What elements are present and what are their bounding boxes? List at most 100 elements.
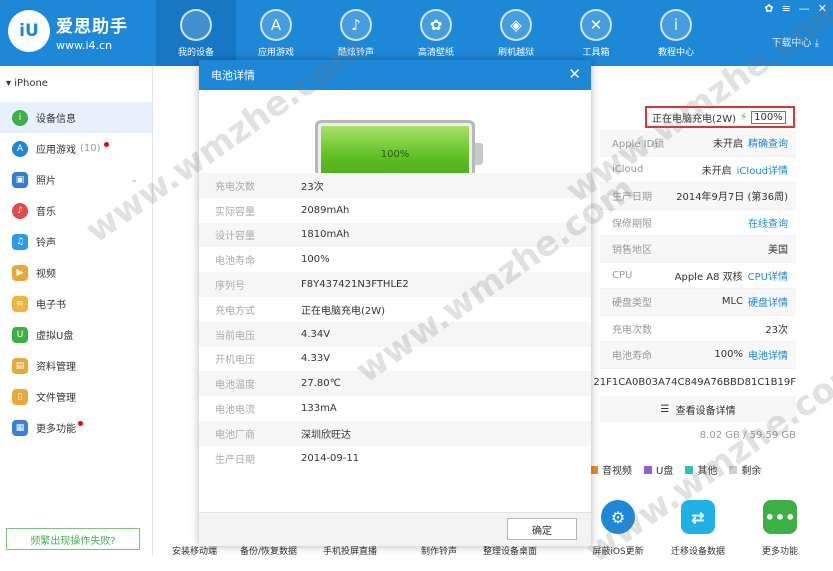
nav-label: 酷炫铃声 bbox=[337, 47, 374, 58]
detail-value: 正在电脑充电(2W) bbox=[301, 305, 386, 317]
info-row-warranty: 保修期限 在线查询 bbox=[600, 210, 796, 236]
nav-wallpapers[interactable]: ✿ 高清壁纸 bbox=[396, 0, 476, 66]
detail-value: 2014-09-11 bbox=[301, 452, 360, 464]
disk-details-link[interactable]: 硬盘详情 bbox=[748, 294, 788, 309]
file-icon: ▯ bbox=[12, 388, 28, 405]
detail-label: 设计容量 bbox=[215, 231, 255, 243]
list-icon: ☰ bbox=[660, 403, 676, 415]
info-icon: i bbox=[660, 8, 692, 41]
nav-tutorials[interactable]: i 教程中心 bbox=[636, 0, 716, 66]
sidebar-item-label: 更多功能 bbox=[36, 424, 76, 435]
detail-value: 4.34V bbox=[301, 328, 331, 340]
sidebar-item-device-info[interactable]: i 设备信息 bbox=[0, 102, 152, 133]
sidebar-item-music[interactable]: ♪ 音乐 bbox=[0, 195, 152, 226]
device-selector[interactable]: ▾ iPhone bbox=[0, 66, 152, 102]
info-value: 未开启 bbox=[701, 165, 732, 177]
book-icon: ≡ bbox=[12, 295, 28, 312]
nav-label: 应用游戏 bbox=[257, 47, 294, 58]
nav-flash-jailbreak[interactable]: ◈ 刷机越狱 bbox=[476, 0, 556, 66]
close-icon[interactable]: ✕ bbox=[568, 65, 581, 83]
detail-value: F8Y437421N3FTHLE2 bbox=[301, 279, 409, 291]
nav-toolbox[interactable]: ✕ 工具箱 bbox=[556, 0, 636, 66]
nav-ringtones[interactable]: ♪ 酷炫铃声 bbox=[316, 0, 396, 66]
info-value: Apple A8 双核 bbox=[674, 271, 743, 283]
info-row-battery-life: 电池寿命 100% 电池详情 bbox=[600, 342, 796, 369]
icloud-details-link[interactable]: iCloud详情 bbox=[737, 162, 788, 177]
info-label: 硬盘类型 bbox=[612, 298, 652, 310]
nav-label: 刷机越狱 bbox=[497, 47, 534, 58]
sidebar-item-videos[interactable]: ▶ 视频 bbox=[0, 257, 152, 288]
app-url: www.i4.cn bbox=[56, 39, 113, 52]
nav-apps-games[interactable]: A 应用游戏 bbox=[236, 0, 316, 66]
precise-query-link[interactable]: 精确查询 bbox=[748, 135, 788, 150]
nav-my-device[interactable]: 我的设备 bbox=[156, 0, 236, 66]
info-icon: i bbox=[12, 109, 28, 126]
info-label: 电池寿命 bbox=[612, 351, 652, 363]
table-row: 生产日期 2014-09-11 bbox=[199, 446, 591, 471]
sidebar-item-photos[interactable]: ▣ 照片 ⌄ bbox=[0, 164, 152, 195]
sidebar: ▾ iPhone i 设备信息 A 应用游戏 (10) ▣ 照片 ⌄ ♪ 音乐 … bbox=[0, 66, 153, 556]
skin-icon[interactable]: ✿ bbox=[764, 2, 773, 15]
info-label: 保修期限 bbox=[612, 218, 652, 230]
nav-label: 工具箱 bbox=[582, 47, 610, 58]
minimize-icon[interactable]: — bbox=[799, 2, 810, 15]
bell-icon: ♪ bbox=[340, 8, 372, 41]
battery-details-link[interactable]: 电池详情 bbox=[748, 347, 788, 362]
online-query-link[interactable]: 在线查询 bbox=[748, 215, 788, 230]
cpu-details-link[interactable]: CPU详情 bbox=[748, 268, 788, 283]
main-nav: 我的设备 A 应用游戏 ♪ 酷炫铃声 ✿ 高清壁纸 ◈ 刷机越狱 ✕ 工具箱 i… bbox=[156, 0, 716, 66]
dropbox-icon: ◈ bbox=[500, 8, 532, 41]
nav-label: 高清壁纸 bbox=[417, 47, 454, 58]
detail-label: 生产日期 bbox=[215, 454, 255, 466]
detail-label: 电池厂商 bbox=[215, 429, 255, 441]
info-value: 2014年9月7日 (第36周) bbox=[676, 192, 788, 204]
photo-icon: ▣ bbox=[12, 171, 28, 188]
apple-icon bbox=[180, 8, 212, 41]
app-count: (10) bbox=[80, 143, 101, 154]
sidebar-item-file-management[interactable]: ▯ 文件管理 bbox=[0, 381, 152, 412]
sidebar-item-label: 电子书 bbox=[36, 300, 66, 311]
triangle-down-icon: ▾ bbox=[6, 78, 15, 89]
menu-icon[interactable]: ≡ bbox=[782, 2, 791, 15]
sidebar-item-more[interactable]: ▦ 更多功能 bbox=[0, 412, 152, 443]
table-row: 电池温度 27.80℃ bbox=[199, 371, 591, 397]
app-logo: iU bbox=[8, 10, 50, 52]
dialog-header: 电池详情 ✕ bbox=[199, 60, 591, 90]
info-label: Apple ID锁 bbox=[612, 139, 665, 151]
view-details-label: 查看设备详情 bbox=[675, 405, 736, 417]
table-row: 序列号 F8Y437421N3FTHLE2 bbox=[199, 272, 591, 297]
app-name: 爱思助手 bbox=[56, 17, 128, 37]
detail-value: 100% bbox=[301, 254, 330, 266]
info-label: 充电次数 bbox=[612, 324, 652, 336]
battery-details-dialog: 电池详情 ✕ 100% 充电次数 23次 实际容量 2089mAh 设计容量 1810… bbox=[199, 60, 591, 546]
contacts-icon: ▤ bbox=[12, 357, 28, 374]
sidebar-item-ebooks[interactable]: ≡ 电子书 bbox=[0, 288, 152, 319]
more-features-tool[interactable]: ••• 更多功能 bbox=[762, 500, 798, 557]
migrate-data-tool[interactable]: ⇄ 迁移设备数据 bbox=[671, 500, 725, 557]
sidebar-item-virtual-usb[interactable]: U 虚拟U盘 bbox=[0, 319, 152, 350]
legend-item: 剩余 bbox=[729, 462, 761, 477]
ok-button[interactable]: 确定 bbox=[507, 518, 577, 540]
view-device-details-button[interactable]: ☰ 查看设备详情 bbox=[600, 396, 796, 422]
sidebar-item-data-management[interactable]: ▤ 资料管理 bbox=[0, 350, 152, 381]
download-center[interactable]: 下载中心 ⤓ bbox=[771, 34, 819, 49]
app-store-icon: A bbox=[260, 8, 292, 41]
block-update-icon: ⚙ bbox=[601, 500, 635, 534]
device-name: iPhone bbox=[14, 78, 48, 89]
feedback-button[interactable]: 频繁出现操作失败? bbox=[6, 528, 140, 550]
brand: 爱思助手 www.i4.cn bbox=[56, 12, 128, 52]
download-icon: ⤓ bbox=[814, 38, 819, 49]
close-icon[interactable]: ✕ bbox=[818, 2, 827, 15]
sidebar-item-ringtones[interactable]: ♫ 铃声 bbox=[0, 226, 152, 257]
table-row: 电池寿命 100% bbox=[199, 247, 591, 272]
sidebar-item-apps[interactable]: A 应用游戏 (10) bbox=[0, 133, 152, 164]
detail-value: 133mA bbox=[301, 403, 337, 415]
block-ios-update-tool[interactable]: ⚙ 屏蔽iOS更新 bbox=[592, 500, 644, 557]
nav-label: 教程中心 bbox=[657, 47, 694, 58]
device-serial: 21F1CA0B03A74C849A76BBD81C1B19F bbox=[594, 376, 796, 388]
table-row: 电池电流 133mA bbox=[199, 396, 591, 421]
sidebar-item-label: 设备信息 bbox=[36, 114, 76, 125]
detail-label: 电池温度 bbox=[215, 380, 255, 392]
info-label: CPU bbox=[612, 269, 633, 281]
table-row: 开机电压 4.33V bbox=[199, 347, 591, 372]
